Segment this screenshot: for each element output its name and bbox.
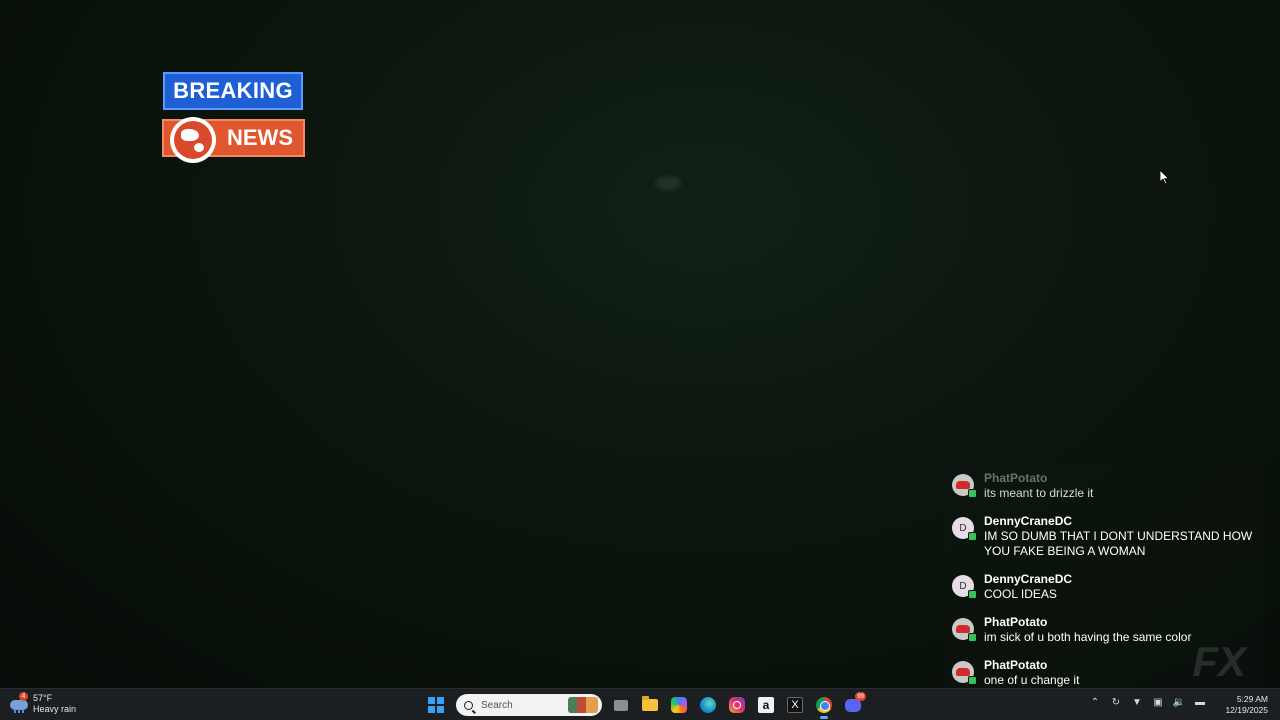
system-tray: ⌃ ↻ ▼ ▣ 🔉 ▬ — [1089, 696, 1206, 708]
edge-icon — [700, 697, 716, 713]
chat-text: its meant to drizzle it — [984, 486, 1094, 500]
x-icon: X — [787, 697, 803, 713]
chat-overlay: PhatPotato its meant to drizzle it D Den… — [944, 466, 1264, 688]
clock-time: 5:29 AM — [1236, 694, 1268, 704]
badge-news-label: NEWS — [227, 125, 293, 150]
chrome-icon — [816, 697, 832, 713]
chat-username: DennyCraneDC — [984, 572, 1073, 586]
search-placeholder: Search — [481, 699, 513, 711]
taskbar-apps: Search a X 99 — [423, 692, 869, 719]
edge-button[interactable] — [695, 692, 721, 718]
taskbar-clock[interactable]: 5:29 AM 12/19/2025 — [1225, 694, 1268, 716]
file-explorer-button[interactable] — [637, 692, 663, 718]
taskbar-search[interactable]: Search — [456, 694, 602, 716]
badge-icon — [968, 633, 977, 642]
chrome-button[interactable] — [811, 692, 837, 719]
weather-badge: 4 — [19, 692, 28, 701]
user-avatar — [952, 474, 977, 498]
badge-icon — [968, 489, 977, 498]
task-view-button[interactable] — [608, 692, 634, 718]
volume-icon[interactable]: 🔉 — [1173, 696, 1185, 708]
display-icon[interactable]: ▣ — [1152, 696, 1164, 708]
weather-widget[interactable]: 4 57°F Heavy rain — [10, 692, 77, 715]
user-avatar — [952, 661, 977, 685]
channel-watermark: FX — [1192, 638, 1246, 685]
user-avatar — [952, 618, 977, 642]
user-avatar: D — [952, 517, 977, 541]
instagram-button[interactable] — [724, 692, 750, 718]
amazon-button[interactable]: a — [753, 692, 779, 718]
instagram-icon — [729, 697, 745, 713]
badge-breaking-label: BREAKING — [163, 72, 303, 110]
chat-username: PhatPotato — [984, 471, 1048, 485]
video-artifact — [655, 176, 681, 190]
battery-icon[interactable]: ▬ — [1194, 696, 1206, 708]
copilot-button[interactable] — [666, 692, 692, 718]
chat-message: D DennyCraneDC IM SO DUMB THAT I DONT UN… — [944, 513, 1264, 559]
breaking-news-badge: BREAKING NEWS — [162, 72, 306, 163]
windows-icon — [428, 697, 444, 713]
chat-text: IM SO DUMB THAT I DONT UNDERSTAND HOW YO… — [984, 529, 1253, 558]
discord-button[interactable]: 99 — [840, 692, 866, 718]
badge-news-bar: NEWS — [162, 117, 305, 163]
copilot-icon — [671, 697, 687, 713]
active-indicator — [820, 716, 828, 719]
clock-date: 12/19/2025 — [1225, 705, 1268, 715]
search-icon — [464, 700, 473, 710]
rain-cloud-icon: 4 — [10, 692, 28, 713]
weather-temp: 57°F — [33, 693, 53, 703]
badge-icon — [968, 590, 977, 599]
globe-icon — [170, 117, 216, 163]
user-avatar: D — [952, 575, 977, 599]
taskbar: 4 57°F Heavy rain Search a X 99 ⌃ ↻ ▼ ▣ … — [0, 688, 1280, 720]
amazon-icon: a — [758, 697, 774, 713]
folder-icon — [642, 696, 658, 711]
search-highlight-icon — [568, 697, 598, 713]
badge-icon — [968, 676, 977, 685]
chat-message: PhatPotato its meant to drizzle it — [944, 470, 1264, 501]
notification-badge: 99 — [855, 692, 866, 701]
badge-icon — [968, 532, 977, 541]
task-view-icon — [614, 699, 628, 711]
chevron-up-icon[interactable]: ⌃ — [1089, 696, 1101, 708]
start-button[interactable] — [423, 692, 449, 718]
chat-username: PhatPotato — [984, 615, 1048, 629]
sync-icon[interactable]: ↻ — [1110, 696, 1122, 708]
x-app-button[interactable]: X — [782, 692, 808, 718]
chat-message: D DennyCraneDC COOL IDEAS — [944, 571, 1264, 602]
usb-icon[interactable]: ▼ — [1131, 696, 1143, 708]
weather-condition: Heavy rain — [33, 704, 77, 714]
chat-username: DennyCraneDC — [984, 514, 1073, 528]
chat-text: COOL IDEAS — [984, 587, 1057, 601]
